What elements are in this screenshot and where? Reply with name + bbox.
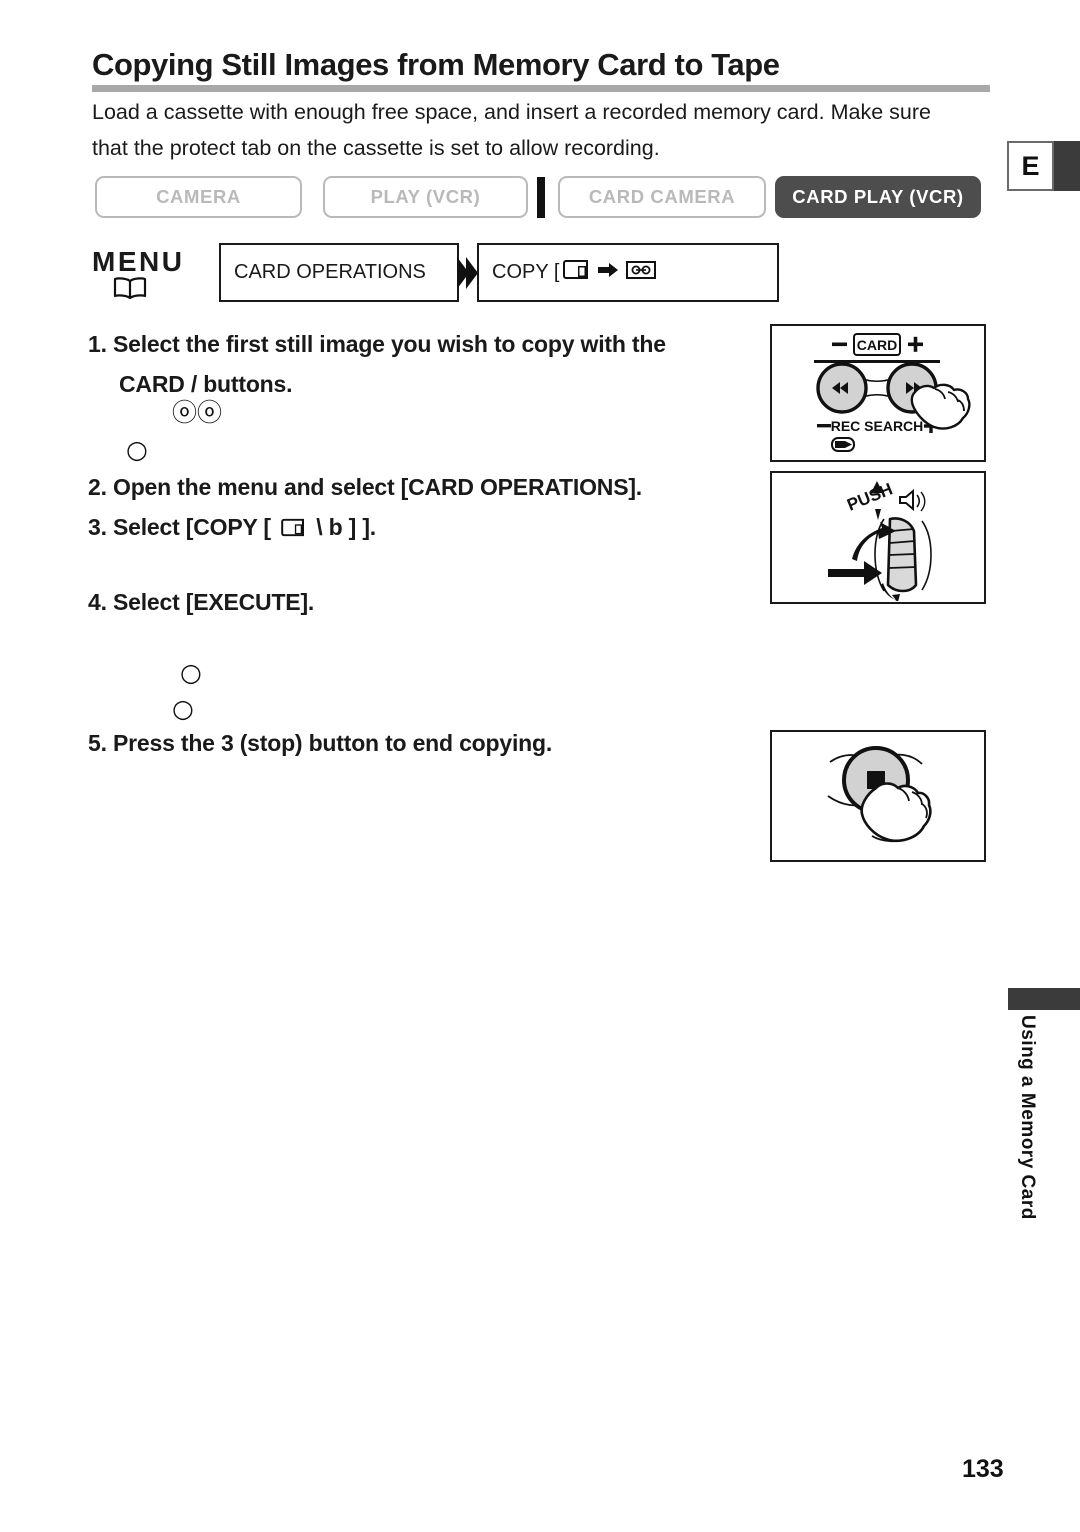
mode-button-play-vcr-label: PLAY (VCR) [370,186,481,207]
mode-group-separator [537,177,545,218]
double-chevron-right-icon [455,255,479,296]
side-tab-dark-bar [1008,988,1080,1010]
svg-text:PUSH: PUSH [844,479,895,514]
page-number: 133 [962,1455,1004,1483]
cassette-tape-icon [626,260,657,286]
step-5-number: 5. [88,730,107,756]
step-1-text: Select the first still image you wish to… [113,331,666,357]
step-2-text: Open the menu and select [CARD OPERATION… [113,474,642,500]
step-5-text: Press the 3 (stop) button to end copying… [113,730,553,756]
step-2: 2. Open the menu and select [CARD OPERAT… [88,467,768,507]
intro-paragraph: Load a cassette with enough free space, … [92,100,931,160]
step-3-text-prefix: Select [COPY [ [113,514,271,540]
menu-flow-box-card-operations[interactable]: CARD OPERATIONS [219,243,459,302]
right-arrow-icon [598,261,619,284]
page-title: Copying Still Images from Memory Card to… [92,47,780,82]
missing-glyph-circle-2: ○ [180,658,202,687]
card-rec-search-buttons-illustration: CARD REC SEARCH [770,324,986,462]
missing-glyph-double-circle: ⓞⓞ [172,398,223,427]
menu-flow-box-2-prefix: COPY [ [492,261,560,283]
menu-flow-box-copy[interactable]: COPY [ [477,243,779,302]
step-4-number: 4. [88,589,107,615]
open-book-icon [113,276,147,305]
svg-text:CARD: CARD [857,337,897,353]
step-5: 5. Press the 3 (stop) button to end copy… [88,723,768,763]
step-1: 1. Select the first still image you wish… [88,324,768,404]
missing-glyph-circle-3: ○ [172,694,194,723]
mode-button-card-play-vcr-label: CARD PLAY (VCR) [792,186,964,207]
memory-card-icon [275,516,312,542]
side-tab-label: Using a Memory Card [1017,1015,1038,1220]
title-underline-rule [92,85,990,92]
step-4: 4. Select [EXECUTE]. [88,582,768,622]
step-3-text-suffix: \ b ] ]. [316,514,376,540]
push-selector-dial-illustration: PUSH [770,471,986,604]
mode-button-camera-label: CAMERA [156,186,241,207]
mode-button-camera[interactable]: CAMERA [95,176,302,218]
mode-button-card-camera-label: CARD CAMERA [588,186,736,207]
svg-text:REC SEARCH: REC SEARCH [831,418,924,434]
mode-button-play-vcr[interactable]: PLAY (VCR) [323,176,528,218]
menu-label: MENU [92,246,185,277]
step-3: 3. Select [COPY [ \ b ] ]. [88,507,768,549]
mode-button-card-play-vcr[interactable]: CARD PLAY (VCR) [775,176,981,218]
step-1-number: 1. [88,331,107,357]
edition-marker-e: E [1007,141,1054,191]
mode-button-card-camera[interactable]: CARD CAMERA [558,176,766,218]
menu-flow-box-1-label: CARD OPERATIONS [234,261,426,283]
step-4-text: Select [EXECUTE]. [113,589,315,615]
memory-card-icon [563,259,590,286]
stop-button-illustration [770,730,986,862]
step-2-number: 2. [88,474,107,500]
step-3-number: 3. [88,514,107,540]
missing-glyph-circle-1: ○ [126,435,148,464]
